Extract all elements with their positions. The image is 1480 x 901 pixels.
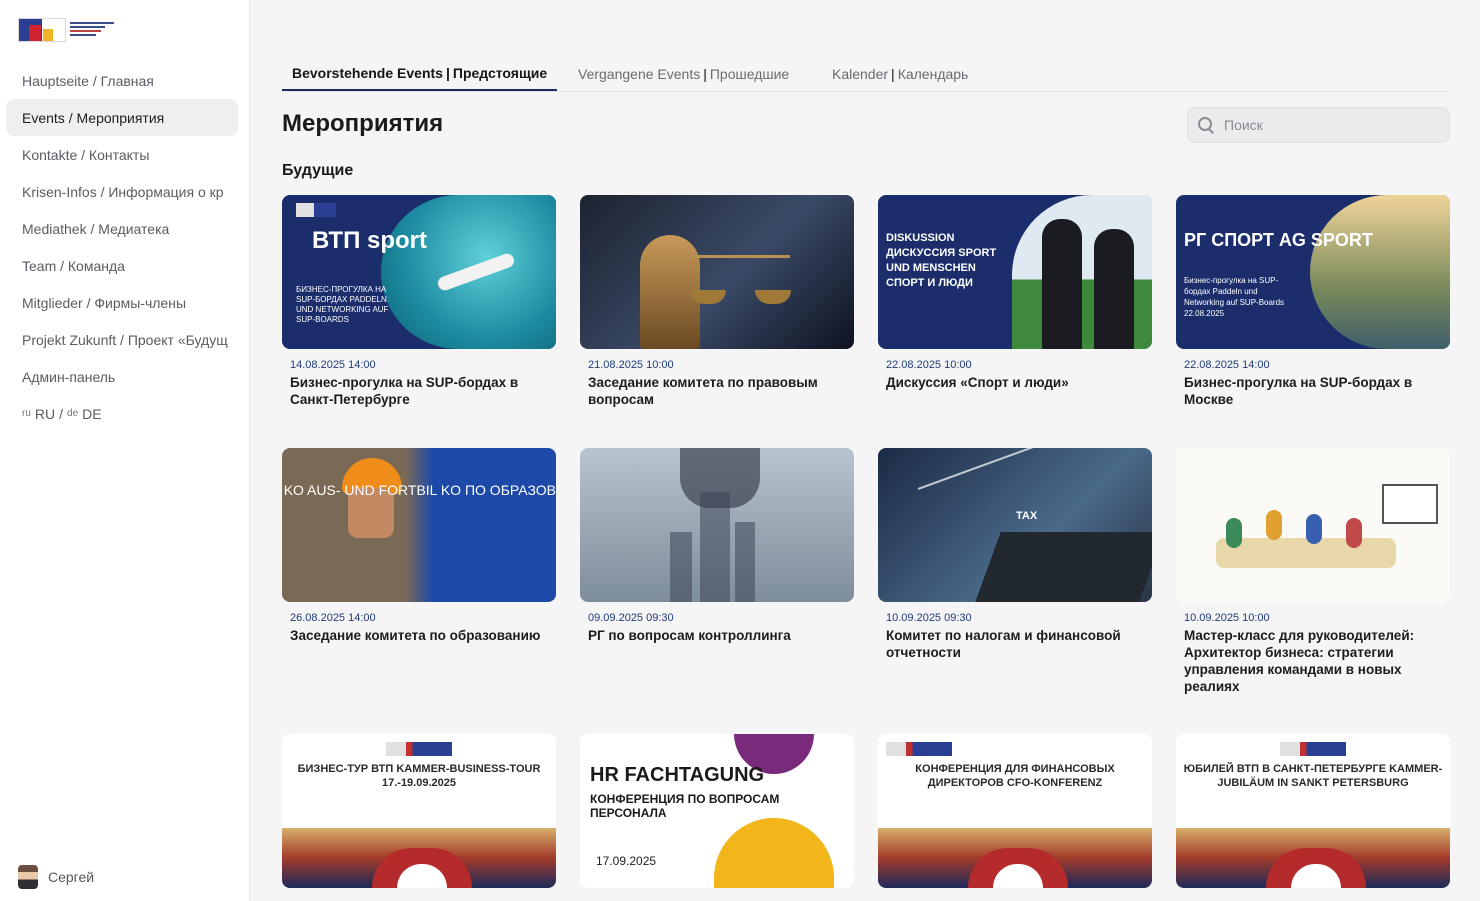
- event-thumbnail: KO AUS- UND FORTBIL KO ПО ОБРАЗОВ: [282, 448, 556, 602]
- tab-past-ru: Прошедшие: [709, 65, 790, 82]
- event-title: Бизнес-прогулка на SUP-бордах в Санкт-Пе…: [290, 375, 519, 407]
- tab-calendar-de: Kalender: [832, 65, 889, 82]
- thumb-heading: БИЗНЕС-ТУР ВТП KAMMER-BUSINESS-TOUR 17.-…: [297, 763, 541, 789]
- event-thumbnail: ЮБИЛЕЙ ВТП В САНКТ-ПЕТЕРБУРГЕ KAMMER-JUB…: [1176, 734, 1450, 888]
- event-date: 22.08.2025 10:00: [886, 359, 972, 371]
- event-card[interactable]: ЮБИЛЕЙ ВТП В САНКТ-ПЕТЕРБУРГЕ KAMMER-JUB…: [1176, 734, 1450, 888]
- thumb-heading: HR FACHTAGUNG: [590, 764, 765, 786]
- event-date: 10.09.2025 09:30: [886, 612, 972, 624]
- page-title: Мероприятия: [282, 110, 444, 137]
- event-thumbnail: ВТП sport БИЗНЕС-ПРОГУЛКА НА SUP-БОРДАХ …: [282, 195, 556, 349]
- event-card[interactable]: РГ СПОРТ AG SPORT Бизнес-прогулка на SUP…: [1176, 195, 1450, 408]
- event-title: РГ по вопросам контроллинга: [588, 628, 791, 643]
- event-card[interactable]: 09.09.2025 09:30 РГ по вопросам контролл…: [580, 448, 854, 644]
- anniversary-badge: [1280, 742, 1346, 756]
- tab-upcoming-de: Bevorstehende Events: [292, 64, 443, 81]
- thumb-date: 17.09.2025: [596, 854, 657, 868]
- search-input[interactable]: [1224, 117, 1444, 133]
- sidebar-item-future-project[interactable]: Projekt Zukunft / Проект «Будущ: [6, 321, 238, 358]
- lang-ru: RU: [34, 405, 56, 422]
- events-tabs: Bevorstehende Events | Предстоящие Vergang…: [282, 56, 1450, 92]
- tab-past[interactable]: Vergangene Events | Прошедшие: [568, 56, 799, 91]
- event-thumbnail: БИЗНЕС-ТУР ВТП KAMMER-BUSINESS-TOUR 17.-…: [282, 734, 556, 888]
- sidebar-item-media[interactable]: Mediathek / Медиатека: [6, 210, 238, 247]
- thumb-heading: ЮБИЛЕЙ ВТП В САНКТ-ПЕТЕРБУРГЕ KAMMER-JUB…: [1183, 763, 1443, 789]
- event-thumbnail: TAX: [878, 448, 1152, 602]
- event-date: 21.08.2025 10:00: [588, 359, 674, 371]
- event-thumbnail: КОНФЕРЕНЦИЯ ДЛЯ ФИНАНСОВЫХ ДИРЕКТОРОВ CF…: [878, 734, 1152, 888]
- event-card[interactable]: КОНФЕРЕНЦИЯ ДЛЯ ФИНАНСОВЫХ ДИРЕКТОРОВ CF…: [878, 734, 1152, 888]
- chamber-logo[interactable]: [18, 18, 114, 42]
- logo-text: [70, 20, 114, 40]
- event-thumbnail: РГ СПОРТ AG SPORT Бизнес-прогулка на SUP…: [1176, 195, 1450, 349]
- event-thumbnail: HR FACHTAGUNG КОНФЕРЕНЦИЯ ПО ВОПРОСАМ ПЕ…: [580, 734, 854, 888]
- sidebar-nav: Hauptseite / Главная Events / Мероприяти…: [6, 62, 238, 432]
- thumb-subheading: Бизнес-прогулка на SUP-бордах Paddeln un…: [1184, 276, 1285, 318]
- logo-emblem: [18, 18, 66, 42]
- sidebar-item-crisis-info[interactable]: Krisen-Infos / Информация о кр: [6, 173, 238, 210]
- event-card[interactable]: HR FACHTAGUNG КОНФЕРЕНЦИЯ ПО ВОПРОСАМ ПЕ…: [580, 734, 854, 888]
- lang-de: DE: [82, 405, 102, 422]
- event-card[interactable]: TAX 10.09.2025 09:30 Комитет по налогам …: [878, 448, 1152, 661]
- event-card[interactable]: 10.09.2025 10:00 Мастер-класс для руково…: [1176, 448, 1450, 695]
- app-root: Hauptseite / Главная Events / Мероприяти…: [0, 0, 1480, 901]
- sidebar-item-home[interactable]: Hauptseite / Главная: [6, 62, 238, 99]
- event-title: Комитет по налогам и финансовой отчетнос…: [886, 628, 1121, 660]
- event-thumbnail: [1176, 448, 1450, 602]
- language-switcher[interactable]: ru RU / de DE: [6, 395, 238, 432]
- sidebar-item-events[interactable]: Events / Мероприятия: [6, 99, 238, 136]
- lang-code-ru: ru: [22, 408, 31, 419]
- event-date: 10.09.2025 10:00: [1184, 612, 1270, 624]
- event-thumbnail: [580, 195, 854, 349]
- sidebar-item-team[interactable]: Team / Команда: [6, 247, 238, 284]
- event-thumbnail: [580, 448, 854, 602]
- thumb-heading: TAX: [1016, 510, 1038, 522]
- sidebar-item-members[interactable]: Mitglieder / Фирмы-члены: [6, 284, 238, 321]
- event-card[interactable]: БИЗНЕС-ТУР ВТП KAMMER-BUSINESS-TOUR 17.-…: [282, 734, 556, 888]
- lang-separator: /: [59, 405, 64, 422]
- user-name: Сергей: [48, 869, 95, 885]
- event-title: Мастер-класс для руководителей: Архитект…: [1184, 628, 1415, 694]
- event-date: 22.08.2025 14:00: [1184, 359, 1270, 371]
- user-profile[interactable]: Сергей: [18, 865, 94, 889]
- event-title: Заседание комитета по образованию: [290, 628, 541, 643]
- sidebar-item-contacts[interactable]: Kontakte / Контакты: [6, 136, 238, 173]
- event-date: 09.09.2025 09:30: [588, 612, 674, 624]
- tab-upcoming[interactable]: Bevorstehende Events | Предстоящие: [282, 56, 558, 91]
- search-icon: [1198, 117, 1214, 133]
- tab-calendar-ru: Календарь: [897, 65, 969, 82]
- event-date: 14.08.2025 14:00: [290, 359, 376, 371]
- thumb-subheading: КОНФЕРЕНЦИЯ ПО ВОПРОСАМ ПЕРСОНАЛА: [590, 792, 780, 820]
- anniversary-badge: [296, 203, 336, 217]
- anniversary-badge: [386, 742, 452, 756]
- thumb-heading: DISKUSSION ДИСКУССИЯ SPORT UND MENSCHEN …: [886, 232, 997, 289]
- tab-past-de: Vergangene Events: [578, 65, 701, 82]
- avatar: [18, 865, 38, 889]
- event-card[interactable]: DISKUSSION ДИСКУССИЯ SPORT UND MENSCHEN …: [878, 195, 1152, 391]
- thumb-heading: KO AUS- UND FORTBIL KO ПО ОБРАЗОВ: [283, 482, 556, 498]
- event-title: Заседание комитета по правовым вопросам: [588, 375, 818, 407]
- thumb-heading: РГ СПОРТ AG SPORT: [1184, 230, 1373, 250]
- lang-code-de: de: [67, 408, 79, 419]
- tab-calendar[interactable]: Kalender | Календарь: [822, 56, 978, 91]
- tab-upcoming-ru: Предстоящие: [452, 64, 548, 81]
- event-card[interactable]: ВТП sport БИЗНЕС-ПРОГУЛКА НА SUP-БОРДАХ …: [282, 195, 556, 408]
- event-card[interactable]: KO AUS- UND FORTBIL KO ПО ОБРАЗОВ 26.08.…: [282, 448, 556, 644]
- anniversary-badge: [886, 742, 952, 756]
- search-box[interactable]: [1187, 107, 1450, 143]
- event-thumbnail: DISKUSSION ДИСКУССИЯ SPORT UND MENSCHEN …: [878, 195, 1152, 349]
- event-title: Дискуссия «Спорт и люди»: [886, 375, 1069, 390]
- thumb-heading: ВТП sport: [312, 227, 427, 254]
- thumb-subheading: БИЗНЕС-ПРОГУЛКА НА SUP-БОРДАХ PADDELN UN…: [296, 285, 389, 324]
- section-title-upcoming: Будущие: [282, 162, 354, 179]
- sidebar: Hauptseite / Главная Events / Мероприяти…: [0, 0, 250, 901]
- thumb-heading: КОНФЕРЕНЦИЯ ДЛЯ ФИНАНСОВЫХ ДИРЕКТОРОВ CF…: [915, 763, 1115, 789]
- sidebar-item-admin[interactable]: Админ-панель: [6, 358, 238, 395]
- event-title: Бизнес-прогулка на SUP-бордах в Москве: [1184, 375, 1413, 407]
- event-date: 26.08.2025 14:00: [290, 612, 376, 624]
- event-card[interactable]: 21.08.2025 10:00 Заседание комитета по п…: [580, 195, 854, 408]
